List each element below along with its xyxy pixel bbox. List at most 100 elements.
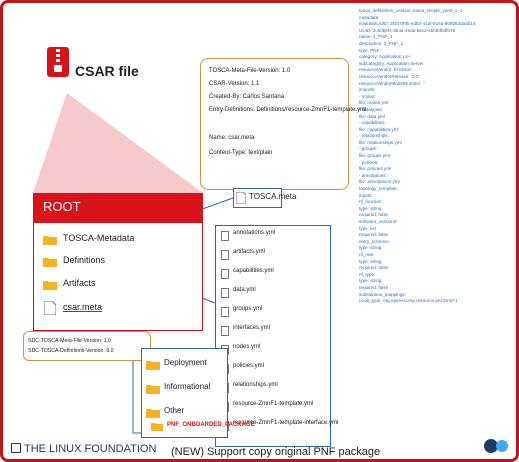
file-icon — [44, 301, 56, 315]
logo-text: THE LINUX FOUNDATION — [24, 443, 157, 455]
folder-item-informational[interactable]: Informational — [142, 381, 227, 401]
list-item[interactable]: resource-ZmnF1-template.yml — [216, 399, 330, 417]
yaml-line: - datatypes: — [359, 106, 384, 112]
yaml-line: nf_role: — [359, 251, 375, 257]
folder-label: Other — [164, 406, 185, 415]
sdc-note-line: SDC-TOSCA-Meta-File-Version: 1.0 — [28, 338, 111, 344]
list-item[interactable]: groups.yml — [216, 304, 330, 322]
yaml-line: required: false — [359, 265, 389, 271]
tree-item-label: csar.meta — [63, 302, 103, 312]
sdc-note: SDC-TOSCA-Meta-File-Version: 1.0 SDC-TOS… — [23, 331, 151, 361]
list-item[interactable]: data.yml — [216, 285, 330, 303]
folder-icon — [146, 385, 160, 394]
linux-foundation-logo: THE LINUX FOUNDATION — [11, 443, 156, 455]
tree-item-label: Artifacts — [63, 278, 96, 288]
yaml-line: nf_type: — [359, 271, 376, 277]
list-item[interactable]: nodes.yml — [216, 342, 330, 360]
onap-logo-icon — [483, 437, 509, 455]
footer-caption: (NEW) Support copy original PNF package — [171, 446, 381, 458]
yaml-line: file: groups.yml — [359, 153, 390, 159]
file-icon — [221, 326, 229, 336]
yaml-line: UUID: 2c5db5f4-3b4a-46da-b8c2-45f3bfbdf0… — [359, 27, 456, 33]
folder-item-deployment[interactable]: Deployment — [142, 357, 227, 377]
file-icon — [221, 250, 229, 260]
yaml-line: metadata: — [359, 14, 380, 20]
file-icon — [221, 307, 229, 317]
yaml-line: - annotations: — [359, 172, 387, 178]
folder-icon — [43, 236, 57, 245]
zip-file-icon — [47, 47, 69, 77]
meta-note-line: Content-Type: text/plain — [209, 150, 273, 156]
yaml-line: required: false — [359, 284, 389, 290]
pnf-package-label: PNF_ONBOARDED_PACKAGE — [167, 422, 255, 428]
sdc-note-line: SDC-TOSCA-Definitions-Version: 9.0 — [28, 348, 114, 354]
meta-note-line: TOSCA-Meta-File-Version: 1.0 — [209, 68, 291, 74]
list-item[interactable]: interfaces.yml — [216, 323, 330, 341]
yaml-line: type: string — [359, 258, 382, 264]
file-name: nodes.yml — [233, 344, 261, 350]
file-name: artifacts.yml — [233, 249, 266, 255]
wedge-shape — [33, 93, 203, 193]
yaml-line: required: false — [359, 232, 389, 238]
file-name: relationships.yml — [233, 382, 278, 388]
yaml-line: type: list — [359, 225, 376, 231]
folder-icon — [146, 409, 160, 418]
yaml-line: type: string — [359, 245, 382, 251]
yaml-line: imports: — [359, 87, 376, 93]
yaml-line: entry_schema: — [359, 238, 390, 244]
file-icon — [221, 269, 229, 279]
yaml-line: topology_template: — [359, 186, 398, 192]
root-label: ROOT — [43, 199, 81, 214]
folder-label: Deployment — [164, 358, 207, 367]
file-name: groups.yml — [233, 306, 263, 312]
yaml-line: file: relationships.yml — [359, 139, 402, 145]
yaml-line: resourceVendorRelease: '1.0' — [359, 73, 419, 79]
yaml-line: category: Application L4+ — [359, 54, 411, 60]
tosca-meta-file[interactable]: TOSCA.meta — [233, 188, 296, 208]
list-item[interactable]: policies.yml — [216, 361, 330, 379]
yaml-line: type: string — [359, 278, 382, 284]
list-item[interactable]: capabilities.yml — [216, 266, 330, 284]
tree-item-label: TOSCA-Metadata — [63, 233, 135, 243]
file-name: resource-ZmnF1-template.yml — [233, 401, 314, 407]
folder-icon — [146, 361, 160, 370]
folder-icon — [43, 258, 57, 267]
yaml-line: inputs: — [359, 192, 373, 198]
yaml-line: file: annotations.yml — [359, 179, 400, 185]
list-item[interactable]: relationships.yml — [216, 380, 330, 398]
folder-label: Informational — [164, 382, 211, 391]
yaml-line: resourceVendor: Ericsson — [359, 67, 412, 73]
yaml-line: tosca_definitions_version: tosca_simple_… — [359, 8, 463, 13]
tosca-meta-note: TOSCA-Meta-File-Version: 1.0 CSAR-Versio… — [200, 58, 366, 190]
file-name: capabilities.yml — [233, 268, 274, 274]
yaml-line: type: string — [359, 205, 382, 211]
yaml-line: required: false — [359, 212, 389, 218]
csar-title: CSAR file — [75, 63, 139, 79]
yaml-line: file: capabilities.yml — [359, 126, 399, 132]
definitions-file-list: annotations.yml artifacts.yml capabiliti… — [215, 225, 338, 447]
file-icon — [236, 192, 246, 204]
file-name: data.yml — [233, 287, 256, 293]
yaml-line: invariantUUID: 3f34799b-ed83-41af-815a-8… — [359, 21, 476, 27]
yaml-line: - nodes: — [359, 93, 376, 99]
yaml-line: type: PNF — [359, 47, 380, 53]
yaml-line: name: 2_PNF_1 — [359, 34, 393, 40]
meta-note-line: CSAR-Version: 1.1 — [209, 81, 260, 87]
yaml-line: - policies: — [359, 159, 379, 165]
yaml-line: node_type: org.openecomp.resource.pnf.Zm… — [359, 298, 458, 304]
folder-icon — [151, 423, 163, 431]
tree-item-label: Definitions — [63, 255, 106, 265]
slide: CSAR file ROOT TOSCA-Metadata Definition… — [0, 0, 519, 462]
yaml-line: file: policies.yml — [359, 166, 392, 172]
meta-note-line: Entry-Definitions: Definitions/resource-… — [209, 107, 367, 113]
list-item[interactable]: annotations.yml — [216, 228, 330, 246]
yaml-definition-text: tosca_definitions_version: tosca_simple_… — [359, 8, 509, 438]
yaml-line: nf_function: — [359, 199, 383, 205]
meta-note-line: Name: csar.meta — [209, 135, 255, 141]
list-item[interactable]: artifacts.yml — [216, 247, 330, 265]
folder-icon — [43, 281, 57, 290]
file-name: policies.yml — [233, 363, 265, 369]
file-icon — [221, 231, 229, 241]
yaml-line: description: 2_PNF_1 — [359, 40, 404, 46]
tosca-meta-label: TOSCA.meta — [249, 192, 297, 201]
